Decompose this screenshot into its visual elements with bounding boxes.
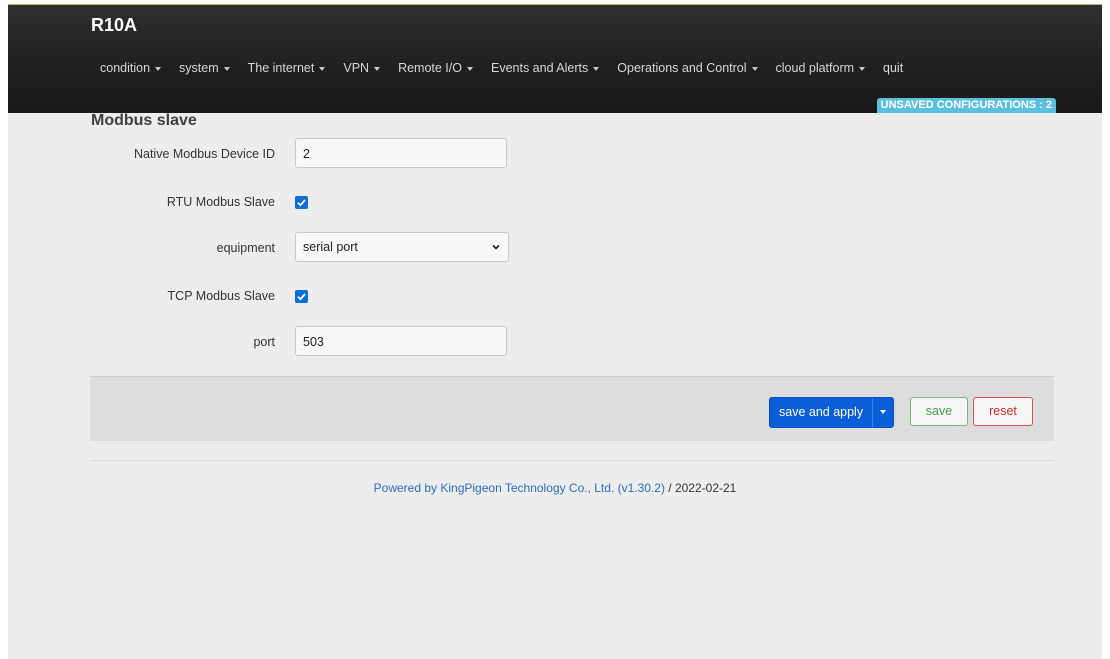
rtu-slave-checkbox[interactable]: [295, 196, 308, 209]
caret-down-icon: [593, 67, 600, 71]
checkmark-icon: [297, 293, 306, 301]
nav-item-quit[interactable]: quit: [874, 61, 912, 75]
brand-title[interactable]: R10A: [91, 15, 137, 36]
checkmark-icon: [297, 199, 306, 207]
port-input[interactable]: 503: [295, 326, 507, 356]
device-id-row: Native Modbus Device ID 2: [91, 138, 691, 170]
caret-down-icon: [374, 67, 381, 71]
footer-divider: [90, 460, 1054, 461]
footer: Powered by KingPigeon Technology Co., Lt…: [8, 481, 1102, 495]
save-button[interactable]: save: [910, 397, 968, 426]
caret-down-icon: [751, 67, 758, 71]
footer-date: / 2022-02-21: [664, 481, 737, 495]
tcp-slave-checkbox[interactable]: [295, 290, 308, 303]
section-title: Modbus slave: [91, 112, 197, 129]
nav-item-condition[interactable]: condition: [91, 61, 170, 75]
port-row: port 503: [91, 326, 691, 358]
tcp-slave-label: TCP Modbus Slave: [167, 289, 275, 303]
device-id-input[interactable]: 2: [295, 138, 507, 168]
save-and-apply-dropdown-toggle[interactable]: [873, 398, 893, 427]
page: R10A condition system The internet VPN R…: [8, 4, 1102, 659]
top-navbar: R10A condition system The internet VPN R…: [8, 4, 1102, 113]
equipment-row: equipment serial port: [91, 232, 691, 264]
nav-item-operations-control[interactable]: Operations and Control: [608, 61, 766, 75]
caret-down-icon: [223, 67, 230, 71]
caret-down-icon: [155, 67, 162, 71]
nav-item-cloud-platform[interactable]: cloud platform: [767, 61, 875, 75]
rtu-slave-row: RTU Modbus Slave: [91, 186, 691, 218]
caret-down-icon: [880, 410, 887, 414]
port-label: port: [253, 335, 275, 349]
save-and-apply-button[interactable]: save and apply: [770, 398, 874, 427]
save-and-apply-button-group: save and apply: [769, 397, 895, 428]
footer-powered-by-link[interactable]: Powered by KingPigeon Technology Co., Lt…: [374, 481, 665, 495]
nav-item-internet[interactable]: The internet: [239, 61, 335, 75]
equipment-select[interactable]: serial port: [295, 232, 509, 262]
action-bar: save and apply save reset: [90, 376, 1054, 441]
tcp-slave-row: TCP Modbus Slave: [91, 280, 691, 312]
chevron-down-icon: [492, 244, 500, 250]
rtu-slave-label: RTU Modbus Slave: [166, 195, 275, 209]
caret-down-icon: [319, 67, 326, 71]
device-id-label: Native Modbus Device ID: [133, 147, 275, 161]
equipment-selected-value: serial port: [303, 240, 358, 254]
equipment-label: equipment: [216, 241, 275, 255]
caret-down-icon: [859, 67, 866, 71]
caret-down-icon: [466, 67, 473, 71]
reset-button[interactable]: reset: [973, 397, 1033, 426]
unsaved-configurations-badge[interactable]: UNSAVED CONFIGURATIONS : 2: [876, 98, 1056, 113]
nav-item-vpn[interactable]: VPN: [334, 61, 389, 75]
nav-item-events-alerts[interactable]: Events and Alerts: [482, 61, 608, 75]
main-nav: condition system The internet VPN Remote…: [91, 58, 912, 78]
nav-item-remote-io[interactable]: Remote I/O: [389, 61, 482, 75]
nav-item-system[interactable]: system: [170, 61, 239, 75]
